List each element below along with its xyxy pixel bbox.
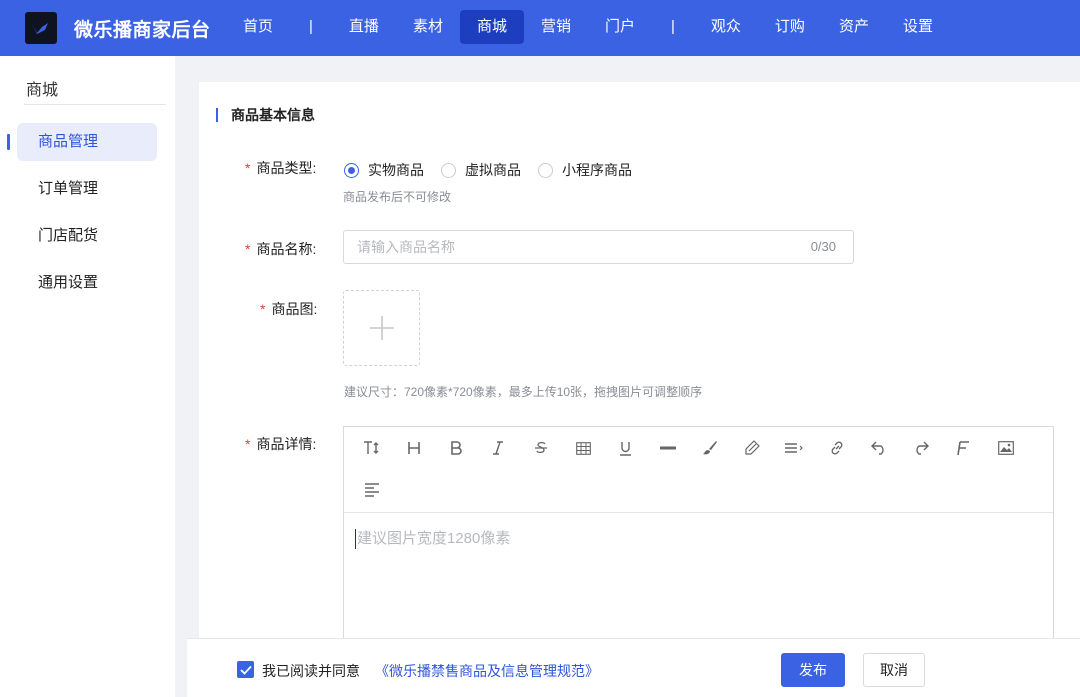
product-name-input[interactable] (344, 231, 784, 263)
required-mark: * (245, 160, 251, 176)
nav-item-live[interactable]: 直播 (332, 10, 396, 44)
agree-text: 我已阅读并同意 (262, 663, 360, 679)
app-title: 微乐播商家后台 (74, 19, 211, 41)
radio-button[interactable] (441, 162, 456, 178)
product-image-label: * 商品图: (260, 301, 318, 317)
strikethrough-icon[interactable] (528, 435, 554, 461)
nav-separator: | (309, 18, 313, 35)
radio-button[interactable] (538, 162, 553, 178)
editor-content-area[interactable]: 建议图片宽度1280像素 (344, 513, 1053, 563)
radio-miniprogram-product[interactable]: 小程序商品 (538, 160, 632, 180)
app-logo-icon[interactable] (25, 12, 57, 44)
radio-label: 小程序商品 (562, 162, 632, 178)
text-caret (355, 529, 356, 550)
bold-icon[interactable] (443, 435, 469, 461)
nav-item-marketing[interactable]: 营销 (524, 10, 588, 44)
undo-icon[interactable] (866, 435, 892, 461)
image-upload-button[interactable] (343, 290, 420, 366)
sidebar-divider (24, 104, 166, 105)
radio-button-checked[interactable] (344, 162, 359, 178)
sidebar-item-general-settings[interactable]: 通用设置 (17, 264, 157, 302)
link-icon[interactable] (824, 435, 850, 461)
nav-item-subscription[interactable]: 订购 (758, 10, 822, 44)
radio-physical-product[interactable]: 实物商品 (344, 160, 424, 180)
radio-label: 实物商品 (368, 162, 424, 178)
product-detail-label: * 商品详情: (245, 436, 317, 452)
nav-item-portal[interactable]: 门户 (588, 10, 652, 44)
font-icon[interactable] (950, 435, 976, 461)
nav-separator: | (671, 18, 675, 35)
redo-icon[interactable] (908, 435, 934, 461)
top-nav-bar: 微乐播商家后台 首页 | 直播 素材 商城 营销 门户 | 观众 订购 资产 设… (0, 0, 1080, 56)
sidebar-item-store-distribution[interactable]: 门店配货 (17, 217, 157, 255)
product-type-radio-group: 实物商品 虚拟商品 小程序商品 (344, 160, 649, 180)
underline-icon[interactable] (612, 435, 638, 461)
nav-item-assets[interactable]: 资产 (822, 10, 886, 44)
editor-toolbar (344, 427, 1053, 513)
nav-item-audience[interactable]: 观众 (694, 10, 758, 44)
line-height-icon[interactable] (781, 435, 807, 461)
product-image-hint: 建议尺寸：720像素*720像素，最多上传10张，拖拽图片可调整顺序 (344, 385, 703, 399)
eraser-icon[interactable] (739, 435, 765, 461)
main-nav: 首页 | 直播 素材 商城 营销 门户 | 观众 订购 资产 设置 (226, 10, 950, 44)
product-form-panel: 商品基本信息 * 商品类型: 实物商品 虚拟商品 小程序商品 商品发布后不可修改 … (199, 82, 1080, 697)
nav-item-mall[interactable]: 商城 (459, 10, 524, 44)
align-left-icon[interactable] (359, 477, 385, 503)
heading-icon[interactable] (401, 435, 427, 461)
sidebar-active-marker (7, 134, 10, 150)
sidebar-title: 商城 (26, 82, 59, 99)
char-counter: 0/30 (810, 239, 836, 254)
image-icon[interactable] (993, 435, 1019, 461)
radio-virtual-product[interactable]: 虚拟商品 (441, 160, 521, 180)
section-title: 商品基本信息 (216, 108, 315, 122)
agree-checkbox[interactable] (237, 661, 254, 678)
policy-link[interactable]: 《微乐播禁售商品及信息管理规范》 (375, 661, 599, 681)
sidebar-item-order-management[interactable]: 订单管理 (17, 170, 157, 208)
horizontal-rule-icon[interactable] (655, 435, 681, 461)
cancel-button[interactable]: 取消 (863, 653, 925, 687)
product-type-label: * 商品类型: (245, 160, 317, 176)
sidebar-item-product-management[interactable]: 商品管理 (17, 123, 157, 161)
plus-icon (369, 316, 394, 340)
form-footer: 我已阅读并同意 《微乐播禁售商品及信息管理规范》 发布 取消 (187, 638, 1080, 697)
nav-item-materials[interactable]: 素材 (396, 10, 460, 44)
editor-placeholder: 建议图片宽度1280像素 (357, 530, 511, 547)
brush-icon[interactable] (697, 435, 723, 461)
radio-label: 虚拟商品 (465, 162, 521, 178)
product-name-label: * 商品名称: (245, 241, 317, 257)
product-name-field[interactable]: 0/30 (343, 230, 854, 264)
text-size-icon[interactable] (359, 435, 385, 461)
product-type-hint: 商品发布后不可修改 (343, 190, 452, 204)
italic-icon[interactable] (485, 435, 511, 461)
check-icon (239, 665, 252, 675)
sidebar: 商城 商品管理 订单管理 门店配货 通用设置 (0, 56, 175, 697)
table-icon[interactable] (570, 435, 596, 461)
nav-item-home[interactable]: 首页 (226, 10, 290, 44)
publish-button[interactable]: 发布 (781, 653, 845, 687)
nav-item-settings[interactable]: 设置 (886, 10, 950, 44)
